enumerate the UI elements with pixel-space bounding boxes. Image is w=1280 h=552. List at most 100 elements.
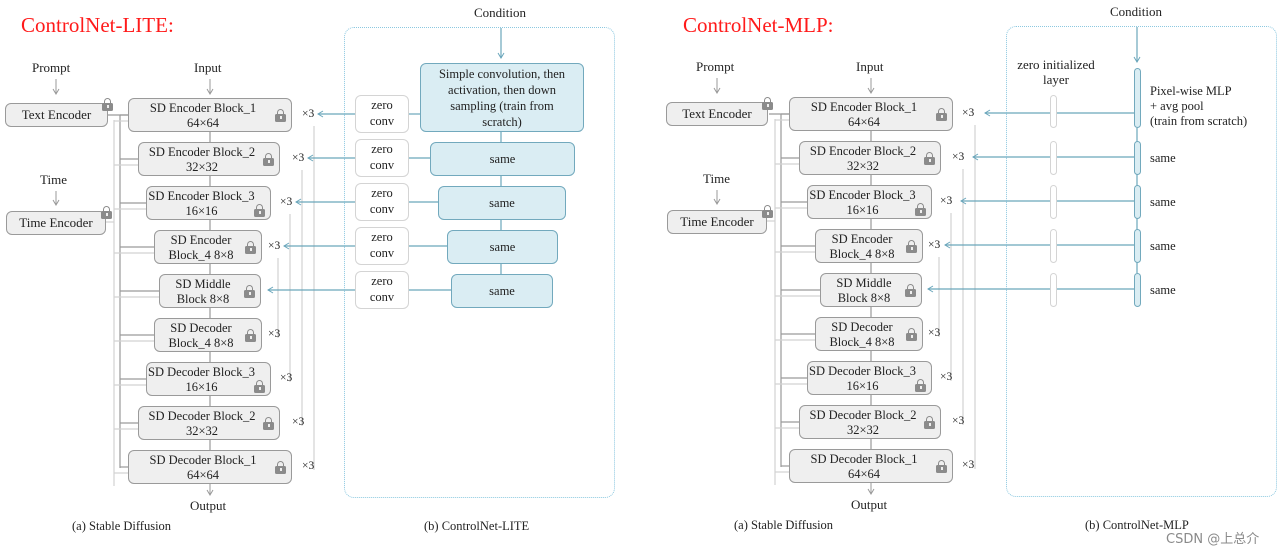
right-caption-a: (a) Stable Diffusion [734,518,834,532]
repeat-multiplier: ×3 [302,108,315,120]
sd-block: SD Decoder Block_4 8×8 [154,318,262,352]
zero-conv-line1: zero [371,230,393,244]
zero-conv-line1: zero [371,98,393,112]
left-title: ControlNet-LITE: [21,13,174,37]
sd-block-name: SD Decoder Block_1 [810,452,918,466]
sd-block-resolution: 64×64 [186,468,220,482]
sd-block-name: SD Encoder Block_3 [809,188,916,202]
mlp-label-line: (train from scratch) [1150,114,1248,128]
control-block-label: same [489,284,515,298]
sd-block: SD Decoder Block_4 8×8 [815,317,923,351]
zero-conv-line2: conv [369,202,395,216]
sd-block-name: SD Decoder Block_1 [149,453,257,467]
control-block-label: Simple convolution, then activation, the… [438,66,566,129]
zero-initialized-layer [1050,95,1057,128]
zero-initialized-layer [1050,141,1057,175]
zero-initialized-layer [1050,185,1057,219]
repeat-multiplier: ×3 [952,151,965,163]
time-encoder-label: Time Encoder [19,215,93,230]
lock-icon [905,284,916,297]
control-block-same: same [430,142,575,176]
lock-icon [275,461,286,474]
lock-icon [924,152,935,165]
repeat-multiplier: ×3 [280,196,293,208]
mlp-same-label: same [1150,151,1176,165]
sd-block: SD Encoder Block_1 64×64 [128,98,292,132]
control-block-same: same [447,230,558,264]
lock-icon [936,460,947,473]
mlp-same-label: same [1150,195,1176,209]
lock-icon [906,240,917,253]
lock-icon [245,329,256,342]
lock-icon [263,417,274,430]
sd-block-resolution: 32×32 [185,160,219,174]
repeat-multiplier: ×3 [928,327,941,339]
mlp-layer [1134,68,1141,128]
sd-block: SD Encoder Block_4 8×8 [154,230,262,264]
zero-conv-line1: zero [371,142,393,156]
sd-block-resolution: 32×32 [185,424,219,438]
mlp-layer [1134,229,1141,263]
repeat-multiplier: ×3 [280,372,293,384]
zero-conv-line1: zero [371,186,393,200]
left-input-label: Input [194,60,222,75]
mlp-same-label: same [1150,283,1176,297]
lock-icon [245,241,256,254]
sd-block-name: SD Encoder Block_2 [148,145,256,159]
right-time-encoder: Time Encoder [667,205,773,234]
left-caption-a: (a) Stable Diffusion [72,519,172,533]
control-block-label: same [489,196,515,210]
lock-icon [244,285,255,298]
lock-icon [254,380,265,393]
text-encoder-label: Text Encoder [21,107,92,122]
lock-icon [101,206,112,219]
lock-icon [102,98,113,111]
right-output-label: Output [851,497,888,512]
lock-icon [263,153,274,166]
control-block-label: same [489,240,516,254]
control-block-label: same [489,152,516,166]
repeat-multiplier: ×3 [952,415,965,427]
sd-block: SD Encoder Block_2 32×32 [799,141,941,175]
control-block-trainable: Simple convolution, then activation, the… [420,63,584,132]
repeat-multiplier: ×3 [302,460,315,472]
zero-conv-line1: zero [371,274,393,288]
repeat-multiplier: ×3 [268,240,281,252]
lock-icon [275,109,286,122]
sd-block-resolution: 64×64 [847,467,881,481]
zero-conv: zero conv [355,271,409,309]
left-text-encoder: Text Encoder [5,98,113,127]
right-text-encoder: Text Encoder [666,97,773,126]
lock-icon [924,416,935,429]
sd-block-name: SD Encoder Block_3 [148,189,255,203]
zero-initialized-layer [1050,273,1057,307]
lock-icon [762,205,773,218]
lock-icon [254,204,265,217]
sd-block: SD Decoder Block_2 32×32 [138,406,280,440]
sd-block: SD Middle Block 8×8 [820,273,922,307]
sd-block-name: SD Encoder Block_1 [810,100,918,114]
sd-block-resolution: 16×16 [846,379,879,393]
zero-conv: zero conv [355,227,409,265]
sd-block-name: SD Decoder Block_2 [809,408,917,422]
lock-icon [915,203,926,216]
sd-block-name: SD Decoder Block_3 [809,364,916,378]
sd-block: SD Encoder Block_3 16×16 [146,186,271,220]
mlp-layer [1134,185,1141,219]
sd-block-resolution: 64×64 [847,115,881,129]
repeat-multiplier: ×3 [940,195,953,207]
time-encoder-label: Time Encoder [680,214,754,229]
repeat-multiplier: ×3 [292,416,305,428]
text-encoder-label: Text Encoder [682,106,752,121]
mlp-label: Pixel-wise MLP + avg pool (train from scra… [1150,84,1247,129]
sd-block-resolution: 64×64 [186,116,220,130]
sd-block-name: SD Decoder Block_2 [148,409,256,423]
left-prompt-label: Prompt [32,60,71,75]
control-block-same: same [451,274,553,308]
sd-block-name: SD Encoder Block_1 [149,101,257,115]
sd-block: SD Encoder Block_1 64×64 [789,97,953,131]
sd-block-resolution: 16×16 [846,203,879,217]
zero-conv-line2: conv [369,246,395,260]
control-block-same: same [438,186,566,220]
left-condition-label: Condition [474,5,527,20]
